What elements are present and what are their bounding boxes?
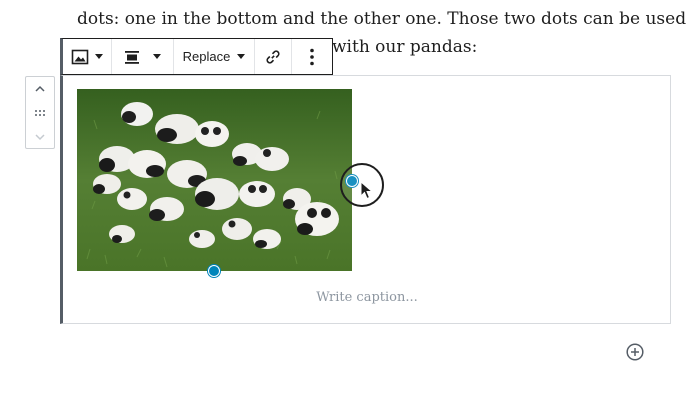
replace-label: Replace [182, 49, 231, 64]
caret-down-icon [95, 54, 103, 59]
block-mover [25, 76, 55, 149]
resize-handle-bottom[interactable] [208, 265, 220, 277]
chevron-down-icon [35, 134, 45, 141]
paragraph-line-2-text: with our pandas: [332, 37, 478, 57]
caret-down-icon [237, 54, 246, 59]
more-options-button[interactable] [292, 39, 332, 74]
more-vertical-icon [310, 48, 314, 65]
paragraph-line-2: with our pandas: [332, 33, 687, 61]
block-type-button[interactable] [63, 39, 112, 74]
link-button[interactable] [255, 39, 292, 74]
panda-image[interactable] [77, 89, 352, 271]
panda-photo-illustration [77, 89, 352, 271]
caret-down-icon [153, 54, 161, 59]
replace-button[interactable]: Replace [174, 39, 255, 74]
caption-input[interactable]: Write caption... [63, 290, 671, 305]
drag-handle-icon [35, 110, 45, 116]
block-toolbar: Replace [60, 38, 333, 75]
align-button[interactable] [112, 39, 174, 74]
align-center-icon [125, 50, 139, 64]
move-up-button[interactable] [26, 77, 54, 101]
image-icon [71, 49, 89, 64]
mouse-pointer-icon [360, 181, 374, 200]
chevron-up-icon [35, 85, 45, 92]
add-block-icon[interactable] [626, 343, 644, 361]
move-down-button[interactable] [26, 125, 54, 149]
link-icon [266, 49, 280, 64]
drag-handle-button[interactable] [26, 101, 54, 125]
